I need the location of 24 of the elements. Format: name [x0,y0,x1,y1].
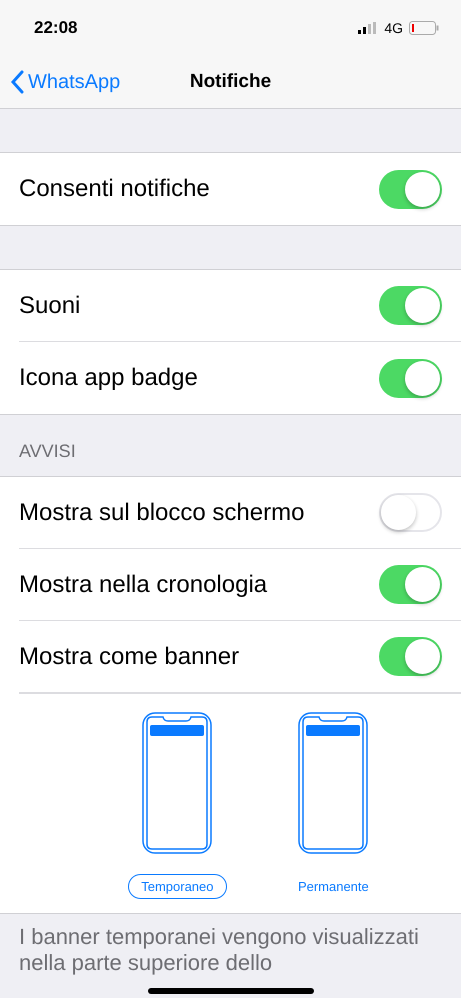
setting-label: Suoni [19,292,80,320]
battery-icon [409,21,439,35]
toggle-switch[interactable] [379,170,442,208]
phone-icon [298,712,368,854]
setting-label: Mostra come banner [19,642,240,670]
signal-icon [358,22,378,34]
toggle-switch[interactable] [379,493,442,532]
setting-label: Consenti notifiche [19,175,210,203]
toggle-switch[interactable] [379,286,442,325]
status-time: 22:08 [34,18,78,38]
setting-label: Mostra nella cronologia [19,570,268,598]
setting-label: Mostra sul blocco schermo [19,498,304,526]
banner-style-option[interactable]: Temporaneo [128,874,226,899]
phone-icon [142,712,212,854]
nav-title: Notifiche [190,71,272,93]
footer-note: I banner temporanei vengono visualizzati nella parte superiore dello [19,923,420,977]
setting-label: Icona app badge [19,364,198,392]
network-label: 4G [384,20,403,36]
toggle-switch[interactable] [379,637,442,676]
back-button[interactable]: WhatsApp [10,70,120,94]
section-header: AVVISI [19,441,76,462]
toggle-switch[interactable] [379,565,442,604]
toggle-switch[interactable] [379,358,442,398]
chevron-left-icon [10,70,24,94]
